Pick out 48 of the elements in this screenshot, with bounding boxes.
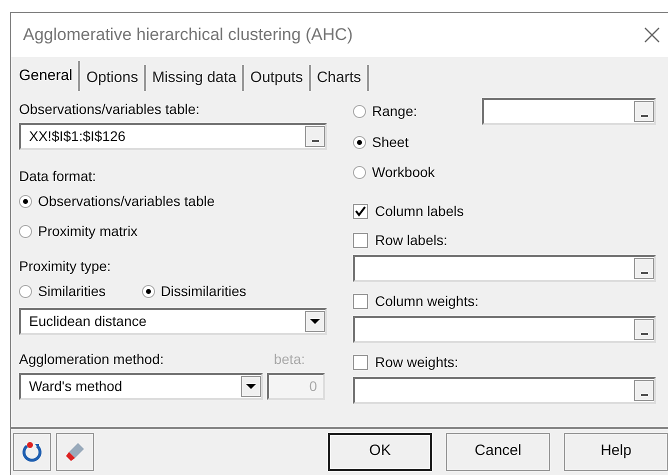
clear-button[interactable] xyxy=(56,432,94,470)
radio-button[interactable] xyxy=(353,136,366,148)
checkbox-label: Column weights: xyxy=(375,292,478,311)
checkbox[interactable] xyxy=(353,204,368,219)
tab[interactable]: Options xyxy=(80,65,146,91)
input-field[interactable] xyxy=(482,98,656,124)
radio-button[interactable] xyxy=(353,166,366,178)
dialog-button[interactable]: Cancel xyxy=(446,432,550,470)
input-field[interactable] xyxy=(353,255,656,282)
refresh-icon xyxy=(20,440,44,464)
checkbox[interactable] xyxy=(353,233,368,248)
dropdown-arrow-icon xyxy=(246,384,256,389)
dropdown[interactable]: Ward's method xyxy=(19,373,263,400)
checkbox[interactable] xyxy=(353,294,368,309)
input-field[interactable] xyxy=(353,316,656,343)
checkbox-label: Row labels: xyxy=(375,231,448,250)
radio-button[interactable] xyxy=(19,194,32,208)
radio-label: Range: xyxy=(372,102,418,121)
tab[interactable]: Missing data xyxy=(146,65,244,91)
radio-button[interactable] xyxy=(19,284,32,298)
radio-label: Proximity matrix xyxy=(38,222,138,241)
checkbox-label: Column labels xyxy=(375,202,464,221)
dropdown[interactable]: Euclidean distance xyxy=(19,308,327,335)
input-field[interactable]: XX!$I$1:$I$126 xyxy=(19,123,327,150)
checkbox-label: Row weights: xyxy=(375,353,458,372)
close-icon[interactable] xyxy=(644,27,660,43)
field-label: Observations/variables table: xyxy=(19,100,201,119)
field-label: Agglomeration method: xyxy=(19,350,164,369)
radio-label: Observations/variables table xyxy=(38,192,215,210)
radio-label: Similarities xyxy=(38,282,106,300)
dialog-button[interactable]: Help xyxy=(564,432,668,470)
field-label: Proximity type: xyxy=(19,257,112,276)
window-title: Agglomerative hierarchical clustering (AHC) xyxy=(23,24,353,46)
radio-button[interactable] xyxy=(353,104,366,118)
tab[interactable]: Charts xyxy=(310,65,370,91)
checkbox[interactable] xyxy=(353,355,368,370)
radio-label: Sheet xyxy=(372,132,409,152)
radio-label: Dissimilarities xyxy=(160,282,246,300)
reset-button[interactable] xyxy=(13,432,51,470)
dialog-button[interactable]: OK xyxy=(328,432,432,470)
field-label: beta: xyxy=(274,350,305,369)
radio-button[interactable] xyxy=(142,284,155,298)
field-label: Data format: xyxy=(19,167,98,186)
input-field[interactable] xyxy=(353,377,656,404)
radio-button[interactable] xyxy=(19,224,32,238)
tab[interactable]: Outputs xyxy=(244,65,311,91)
dropdown-arrow-icon xyxy=(310,319,320,324)
radio-label: Workbook xyxy=(372,162,435,182)
